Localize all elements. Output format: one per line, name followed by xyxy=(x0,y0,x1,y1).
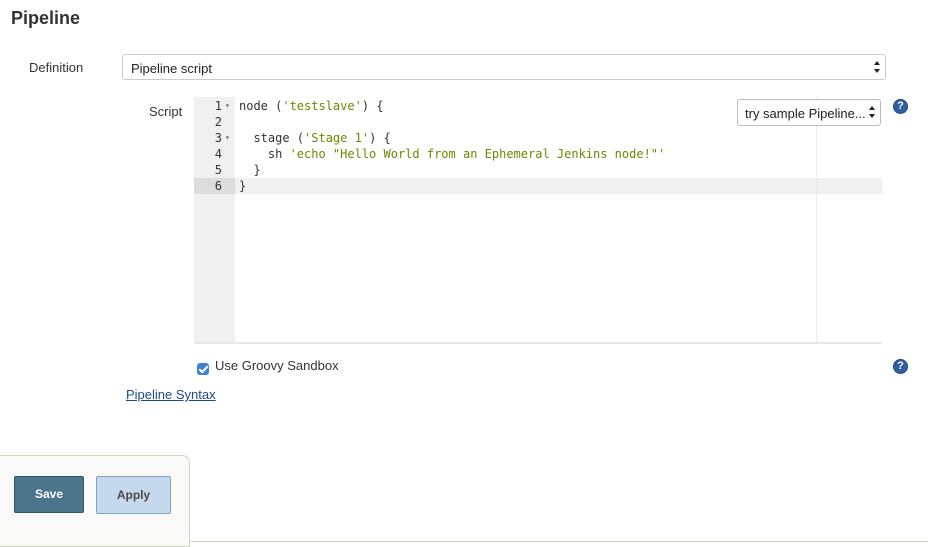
sample-select-value: try sample Pipeline... xyxy=(745,106,866,121)
code-text: } xyxy=(239,179,247,193)
help-icon[interactable] xyxy=(893,99,908,114)
line-number: 3 xyxy=(214,131,222,145)
line-number: 2 xyxy=(214,115,222,129)
select-arrows-icon xyxy=(874,60,881,74)
code-line: 6 } xyxy=(194,178,882,194)
code-text: sh 'echo "Hello World from an Ephemeral … xyxy=(239,147,666,161)
sandbox-label: Use Groovy Sandbox xyxy=(215,358,339,373)
string-literal: 'echo "Hello World from an Ephemeral Jen… xyxy=(289,147,666,161)
select-arrows-icon xyxy=(869,105,876,119)
code-text: node ('testslave') { xyxy=(239,99,384,113)
code-text: } xyxy=(239,163,261,177)
pipeline-syntax-link[interactable]: Pipeline Syntax xyxy=(126,387,216,402)
script-editor[interactable]: 1 ▾ node ('testslave') { 2 3 ▾ stage ('S… xyxy=(194,97,882,344)
code-line: 5 } xyxy=(194,162,882,178)
help-icon[interactable] xyxy=(893,359,908,374)
sample-pipeline-select[interactable]: try sample Pipeline... xyxy=(737,99,881,126)
code-text: stage ('Stage 1') { xyxy=(239,131,391,145)
sandbox-checkbox[interactable] xyxy=(197,363,209,375)
string-literal: 'testslave' xyxy=(282,99,362,113)
line-number: 1 xyxy=(214,99,222,113)
definition-select[interactable]: Pipeline script xyxy=(122,54,886,80)
line-number: 6 xyxy=(214,179,222,193)
script-label: Script xyxy=(149,104,183,119)
line-number: 4 xyxy=(214,147,222,161)
code-line: 3 ▾ stage ('Stage 1') { xyxy=(194,130,882,146)
fold-toggle-icon[interactable]: ▾ xyxy=(225,98,230,114)
save-button[interactable]: Save xyxy=(14,476,84,513)
apply-button[interactable]: Apply xyxy=(96,476,171,514)
definition-label: Definition xyxy=(29,60,84,75)
code-line: 4 sh 'echo "Hello World from an Ephemera… xyxy=(194,146,882,162)
line-number: 5 xyxy=(214,163,222,177)
section-title: Pipeline xyxy=(11,8,81,28)
bottom-divider xyxy=(190,541,928,542)
fold-toggle-icon[interactable]: ▾ xyxy=(225,130,230,146)
string-literal: 'Stage 1' xyxy=(304,131,370,145)
definition-select-value: Pipeline script xyxy=(131,61,212,76)
